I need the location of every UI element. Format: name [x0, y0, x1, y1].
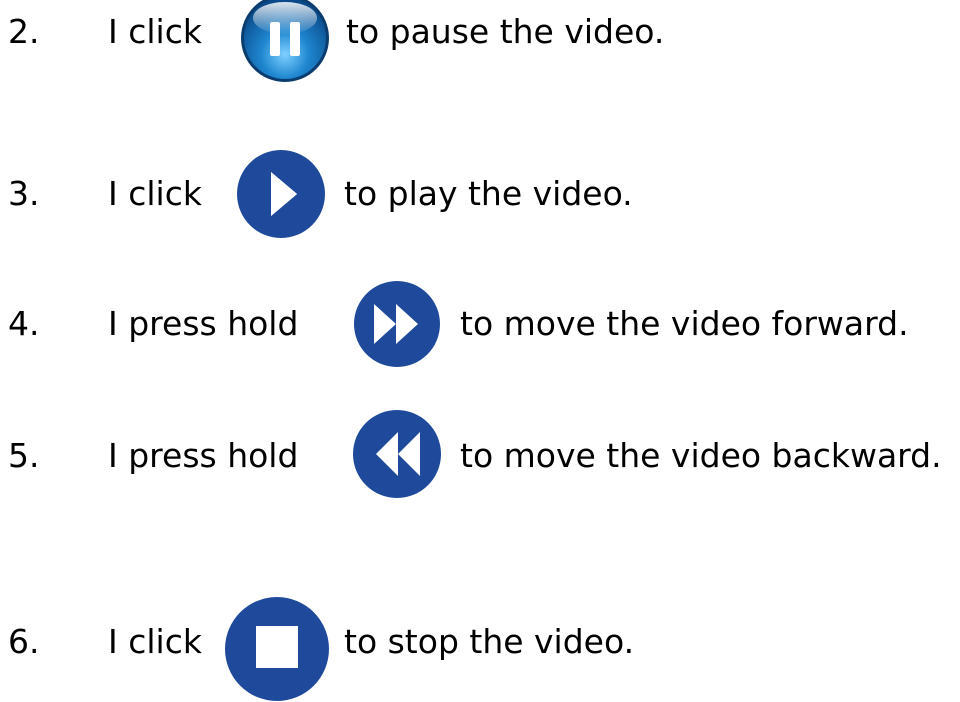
pause-icon[interactable] — [232, 0, 338, 86]
step-lead-text: I press hold — [108, 304, 299, 343]
step-play: 3. I click to play the video. — [0, 148, 960, 238]
step-tail-text: to move the video backward. — [460, 436, 942, 475]
step-lead-text: I click — [108, 12, 202, 51]
fast-forward-icon[interactable] — [352, 280, 444, 370]
step-lead-text: I click — [108, 622, 202, 661]
step-number: 2. — [8, 12, 40, 51]
step-pause: 2. I click to pause the video. — [0, 0, 960, 90]
step-number: 5. — [8, 436, 40, 475]
step-rewind: 5. I press hold to move the video backwa… — [0, 410, 960, 500]
stop-icon[interactable] — [224, 596, 330, 702]
rewind-icon[interactable] — [350, 408, 446, 502]
step-tail-text: to stop the video. — [344, 622, 635, 661]
step-lead-text: I press hold — [108, 436, 299, 475]
step-number: 6. — [8, 622, 40, 661]
step-number: 3. — [8, 174, 40, 213]
step-stop: 6. I click to stop the video. — [0, 596, 960, 701]
play-icon[interactable] — [234, 148, 330, 240]
step-tail-text: to pause the video. — [346, 12, 665, 51]
step-tail-text: to move the video forward. — [460, 304, 909, 343]
step-number: 4. — [8, 304, 40, 343]
step-fast-forward: 4. I press hold to move the video forwar… — [0, 278, 960, 368]
step-tail-text: to play the video. — [344, 174, 633, 213]
step-lead-text: I click — [108, 174, 202, 213]
